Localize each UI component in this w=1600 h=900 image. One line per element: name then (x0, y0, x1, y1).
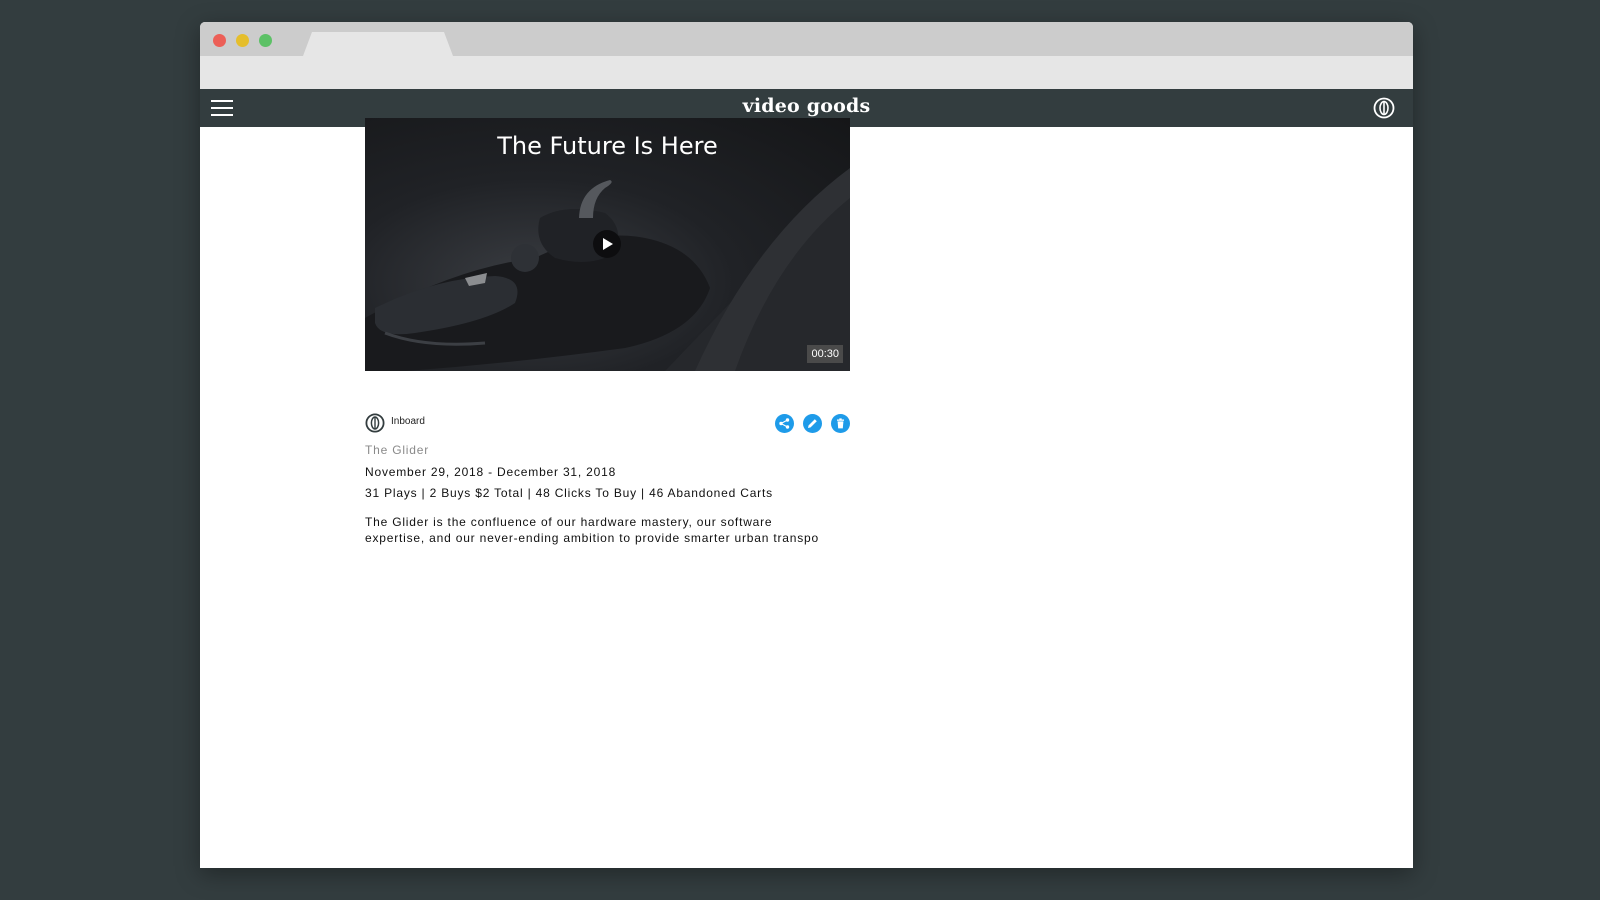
pencil-icon (808, 419, 817, 428)
close-window-button[interactable] (213, 34, 226, 47)
maximize-window-button[interactable] (259, 34, 272, 47)
browser-tab[interactable] (303, 32, 453, 56)
app-logo[interactable]: video goods (200, 95, 1413, 117)
campaign-meta-row: Inboard (365, 412, 850, 434)
play-icon[interactable] (593, 230, 621, 258)
trash-icon (837, 418, 844, 429)
product-name: The Glider (365, 443, 430, 457)
browser-titlebar (200, 22, 1413, 56)
video-title: The Future Is Here (497, 132, 718, 160)
inboard-logo-icon[interactable] (1373, 97, 1395, 119)
campaign-stats: 31 Plays | 2 Buys $2 Total | 48 Clicks T… (365, 486, 773, 500)
product-description: The Glider is the confluence of our hard… (365, 515, 819, 545)
video-duration: 00:30 (807, 345, 843, 363)
inboard-logo-icon (365, 413, 385, 433)
video-player[interactable]: The Future Is Here 00:30 (365, 118, 850, 371)
browser-toolbar (200, 56, 1413, 89)
minimize-window-button[interactable] (236, 34, 249, 47)
share-icon (779, 418, 790, 429)
campaign-date-range: November 29, 2018 - December 31, 2018 (365, 465, 617, 479)
brand-name: Inboard (391, 416, 425, 427)
share-button[interactable] (775, 414, 794, 433)
edit-button[interactable] (803, 414, 822, 433)
delete-button[interactable] (831, 414, 850, 433)
